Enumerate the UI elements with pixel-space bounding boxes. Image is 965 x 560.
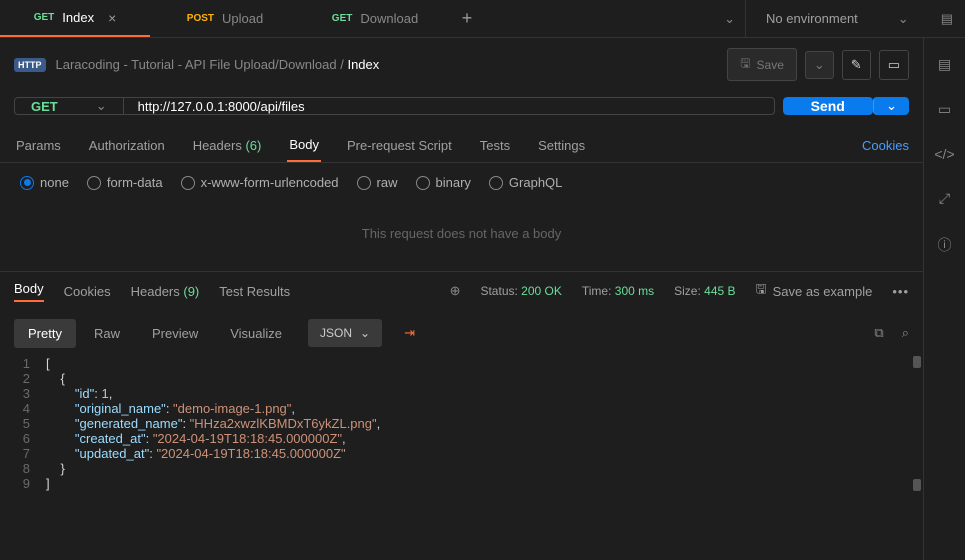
- new-tab-button[interactable]: +: [450, 8, 484, 29]
- view-preview[interactable]: Preview: [138, 319, 212, 348]
- view-raw[interactable]: Raw: [80, 319, 134, 348]
- save-dropdown[interactable]: ⌄: [805, 51, 834, 79]
- tabs-row: GET Index × POST Upload GET Download +: [0, 0, 714, 37]
- environment-label: No environment: [766, 11, 858, 26]
- environment-selector[interactable]: No environment ⌄: [745, 0, 929, 37]
- resp-tab-cookies[interactable]: Cookies: [64, 284, 111, 299]
- time-badge: Time: 300 ms: [582, 284, 654, 298]
- radio-none[interactable]: none: [20, 175, 69, 190]
- close-icon[interactable]: ×: [108, 10, 116, 26]
- save-label: Save: [757, 58, 784, 72]
- documentation-icon[interactable]: ▤: [938, 56, 951, 73]
- radio-xwww[interactable]: x-www-form-urlencoded: [181, 175, 339, 190]
- resp-tab-testresults[interactable]: Test Results: [219, 284, 290, 299]
- info-icon[interactable]: ⓘ: [938, 235, 952, 255]
- url-input[interactable]: [124, 98, 774, 114]
- expand-icon[interactable]: ⤢: [939, 190, 950, 207]
- tabs-dropdown[interactable]: ⌄: [714, 11, 745, 27]
- breadcrumb[interactable]: Laracoding - Tutorial - API File Upload/…: [56, 57, 718, 72]
- right-sidebar: ▤ ▭ </> ⤢ ⓘ: [923, 38, 965, 560]
- tab-label: Index: [62, 10, 94, 25]
- radio-binary[interactable]: binary: [416, 175, 471, 190]
- view-row: Pretty Raw Preview Visualize JSON ⌄ ⇥ ⧉ …: [0, 310, 923, 356]
- save-button[interactable]: 🖫 Save: [727, 48, 797, 81]
- response-body[interactable]: 1[ 2 { 3 "id": 1, 4 "original_name": "de…: [0, 356, 923, 491]
- tab-upload[interactable]: POST Upload: [150, 0, 300, 37]
- tab-tests[interactable]: Tests: [478, 130, 512, 161]
- top-bar: GET Index × POST Upload GET Download + ⌄…: [0, 0, 965, 38]
- view-visualize[interactable]: Visualize: [216, 319, 296, 348]
- save-icon: 🖫: [740, 54, 750, 75]
- tab-prerequest[interactable]: Pre-request Script: [345, 130, 454, 161]
- response-bar: Body Cookies Headers (9) Test Results ⊕ …: [0, 271, 923, 310]
- request-tabs: Params Authorization Headers (6) Body Pr…: [0, 129, 923, 163]
- view-pretty[interactable]: Pretty: [14, 319, 76, 348]
- edit-icon[interactable]: ✎: [842, 50, 871, 80]
- no-body-message: This request does not have a body: [0, 202, 923, 271]
- save-icon: 🖫: [756, 280, 767, 302]
- breadcrumb-current: Index: [347, 57, 379, 72]
- resp-tab-headers[interactable]: Headers (9): [131, 284, 200, 299]
- send-button[interactable]: Send: [783, 97, 873, 115]
- tab-index[interactable]: GET Index ×: [0, 0, 150, 37]
- more-icon[interactable]: •••: [892, 284, 909, 299]
- chevron-down-icon: ⌄: [360, 326, 370, 340]
- code-icon[interactable]: </>: [934, 146, 954, 162]
- comments-icon[interactable]: ▭: [938, 101, 951, 118]
- url-row: GET ⌄ Send ⌄: [0, 91, 923, 129]
- search-icon[interactable]: ⌕: [902, 325, 909, 341]
- tab-headers[interactable]: Headers (6): [191, 130, 264, 161]
- chevron-down-icon: ⌄: [96, 98, 107, 114]
- save-as-example[interactable]: 🖫 Save as example: [756, 280, 873, 302]
- globe-icon[interactable]: ⊕: [450, 283, 461, 299]
- body-type-radios: none form-data x-www-form-urlencoded raw…: [0, 163, 923, 202]
- radio-formdata[interactable]: form-data: [87, 175, 163, 190]
- breadcrumb-sep: /: [340, 57, 344, 72]
- tab-download[interactable]: GET Download: [300, 0, 450, 37]
- wrap-lines-icon[interactable]: ⇥: [394, 318, 425, 348]
- breadcrumb-path: Laracoding - Tutorial - API File Upload/…: [56, 57, 337, 72]
- tab-settings[interactable]: Settings: [536, 130, 587, 161]
- status-badge: Status: 200 OK: [480, 284, 561, 298]
- http-badge: HTTP: [14, 58, 46, 72]
- tab-body[interactable]: Body: [287, 129, 321, 162]
- tab-params[interactable]: Params: [14, 130, 63, 161]
- format-selector[interactable]: JSON ⌄: [308, 319, 382, 347]
- method-badge: POST: [187, 13, 214, 24]
- cookies-link[interactable]: Cookies: [862, 130, 909, 161]
- comment-icon[interactable]: ▭: [879, 50, 909, 80]
- copy-icon[interactable]: ⧉: [874, 325, 883, 341]
- radio-raw[interactable]: raw: [357, 175, 398, 190]
- size-badge: Size: 445 B: [674, 284, 735, 298]
- environment-quicklook-icon[interactable]: ▤: [929, 11, 965, 27]
- scrollbar[interactable]: [913, 479, 921, 491]
- tab-authorization[interactable]: Authorization: [87, 130, 167, 161]
- method-badge: GET: [332, 13, 353, 24]
- breadcrumb-row: HTTP Laracoding - Tutorial - API File Up…: [0, 38, 923, 91]
- scrollbar[interactable]: [913, 356, 921, 368]
- resp-tab-body[interactable]: Body: [14, 281, 44, 302]
- send-dropdown[interactable]: ⌄: [873, 97, 909, 115]
- method-selector[interactable]: GET ⌄: [15, 98, 124, 114]
- chevron-down-icon: ⌄: [898, 11, 909, 27]
- tab-label: Upload: [222, 11, 263, 26]
- tab-label: Download: [360, 11, 418, 26]
- radio-graphql[interactable]: GraphQL: [489, 175, 562, 190]
- method-value: GET: [31, 99, 58, 114]
- method-badge: GET: [34, 12, 55, 23]
